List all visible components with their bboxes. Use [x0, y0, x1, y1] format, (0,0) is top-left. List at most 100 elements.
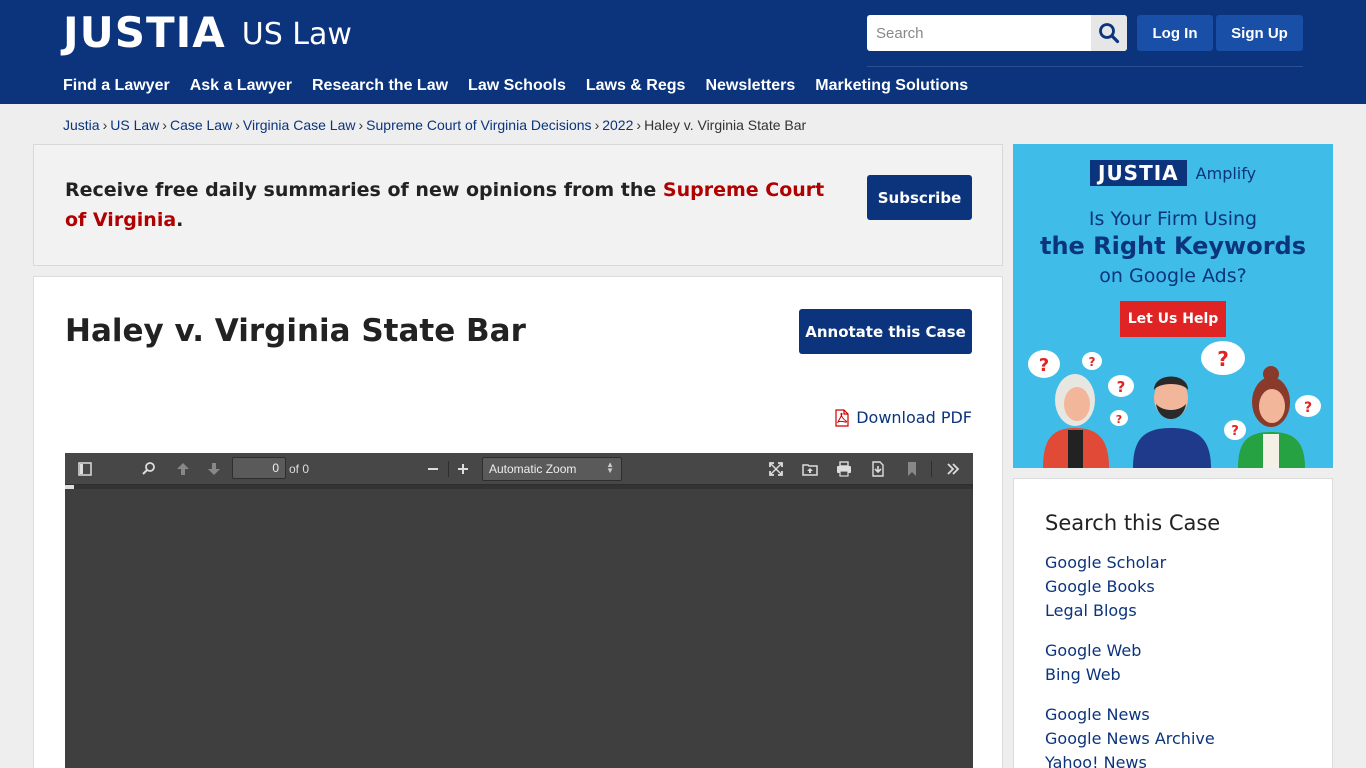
breadcrumb-virginia-case-law[interactable]: Virginia Case Law — [243, 117, 356, 133]
ad-cta-button[interactable]: Let Us Help — [1120, 301, 1226, 337]
breadcrumb-supreme-court-decisions[interactable]: Supreme Court of Virginia Decisions — [366, 117, 591, 133]
bing-web-link[interactable]: Bing Web — [1045, 665, 1121, 685]
sidebar-toggle-icon — [78, 462, 92, 476]
person-center-icon — [1133, 376, 1211, 468]
tools-button[interactable] — [943, 459, 963, 479]
breadcrumb-separator: › — [235, 117, 240, 133]
toggle-sidebar-button[interactable] — [75, 459, 95, 479]
breadcrumb-separator: › — [636, 117, 642, 133]
justia-amplify-ad[interactable]: JUSTIA Amplify Is Your Firm Using the Ri… — [1013, 144, 1333, 468]
google-books-link[interactable]: Google Books — [1045, 577, 1155, 597]
bookmark-icon — [908, 462, 916, 476]
ad-logo-subtitle: Amplify — [1195, 163, 1257, 183]
zoom-select[interactable]: Automatic Zoom ▲ ▼ — [482, 457, 622, 481]
svg-text:?: ? — [1117, 378, 1126, 396]
toolbar-separator — [448, 461, 449, 477]
bookmark-button[interactable] — [902, 459, 922, 479]
breadcrumb-separator: › — [358, 117, 364, 133]
subscribe-button[interactable]: Subscribe — [867, 175, 972, 220]
subscribe-text-before: Receive free daily summaries of new opin… — [65, 179, 663, 201]
open-folder-icon — [802, 464, 818, 476]
download-button[interactable] — [868, 459, 888, 479]
google-news-archive-link[interactable]: Google News Archive — [1045, 729, 1215, 749]
question-bubble-icon: ? — [1295, 395, 1321, 417]
person-left-icon — [1043, 374, 1109, 468]
page-number-input[interactable]: 0 — [232, 457, 286, 479]
nav-law-schools[interactable]: Law Schools — [468, 76, 566, 96]
case-card: Haley v. Virginia State Bar Annotate thi… — [33, 276, 1003, 768]
search-input[interactable] — [867, 15, 1091, 51]
printer-icon — [837, 461, 851, 477]
subscribe-text-after: . — [176, 209, 184, 231]
question-bubble-icon: ? — [1082, 352, 1102, 370]
select-arrows-icon: ▲ ▼ — [606, 460, 614, 475]
person-right-icon — [1238, 366, 1305, 468]
question-bubble-icon: ? — [1224, 420, 1246, 440]
logo-wordmark: JUSTIA — [63, 8, 226, 57]
breadcrumb-case-law[interactable]: Case Law — [170, 117, 232, 133]
open-file-button[interactable] — [800, 459, 820, 479]
question-bubble-icon: ? — [1028, 350, 1060, 378]
nav-marketing-solutions[interactable]: Marketing Solutions — [815, 76, 968, 96]
breadcrumb: Justia › US Law › Case Law › Virginia Case Law… — [63, 116, 806, 134]
previous-page-button[interactable] — [173, 459, 193, 479]
yahoo-news-link[interactable]: Yahoo! News — [1045, 753, 1147, 768]
ad-logo: JUSTIA Amplify — [1090, 160, 1256, 186]
plus-icon — [458, 464, 468, 474]
fullscreen-icon — [769, 462, 783, 476]
google-news-link[interactable]: Google News — [1045, 705, 1150, 725]
page-count-label: of 0 — [289, 462, 310, 476]
pdf-icon — [835, 408, 849, 427]
find-button[interactable] — [139, 459, 159, 479]
svg-text:?: ? — [1231, 424, 1239, 439]
page-title: Haley v. Virginia State Bar — [65, 313, 526, 349]
breadcrumb-year[interactable]: 2022 — [602, 117, 633, 133]
pdf-document-area[interactable] — [65, 489, 973, 768]
arrow-up-icon — [177, 463, 189, 475]
download-icon — [872, 461, 884, 477]
annotate-case-button[interactable]: Annotate this Case — [799, 309, 972, 354]
nav-newsletters[interactable]: Newsletters — [705, 76, 795, 96]
breadcrumb-us-law[interactable]: US Law — [110, 117, 159, 133]
nav-find-a-lawyer[interactable]: Find a Lawyer — [63, 76, 170, 96]
zoom-out-button[interactable] — [423, 459, 443, 479]
magnifier-icon — [142, 462, 155, 475]
toolbar-separator — [931, 461, 932, 477]
google-scholar-link[interactable]: Google Scholar — [1045, 553, 1166, 573]
nav-ask-a-lawyer[interactable]: Ask a Lawyer — [190, 76, 292, 96]
zoom-in-button[interactable] — [453, 459, 473, 479]
svg-text:?: ? — [1116, 413, 1122, 426]
zoom-select-value: Automatic Zoom — [489, 462, 577, 476]
presentation-mode-button[interactable] — [766, 459, 786, 479]
breadcrumb-separator: › — [102, 117, 108, 133]
ad-logo-wordmark: JUSTIA — [1090, 160, 1187, 186]
subscribe-box: Receive free daily summaries of new opin… — [33, 144, 1003, 266]
signup-button[interactable]: Sign Up — [1216, 15, 1303, 51]
header-search — [867, 15, 1127, 51]
site-header: JUSTIA US Law Log In Sign Up Find a Lawy… — [0, 0, 1366, 104]
breadcrumb-justia[interactable]: Justia — [63, 117, 100, 133]
ad-headline-2: the Right Keywords — [1039, 232, 1307, 260]
print-button[interactable] — [834, 459, 854, 479]
search-case-title: Search this Case — [1045, 511, 1221, 535]
question-bubble-icon: ? — [1108, 375, 1134, 397]
download-pdf-link[interactable]: Download PDF — [833, 408, 972, 427]
double-chevron-right-icon — [947, 463, 960, 475]
nav-laws-regs[interactable]: Laws & Regs — [586, 76, 686, 96]
svg-text:?: ? — [1089, 355, 1096, 369]
svg-text:?: ? — [1217, 347, 1229, 371]
legal-blogs-link[interactable]: Legal Blogs — [1045, 601, 1137, 621]
subscribe-message: Receive free daily summaries of new opin… — [65, 175, 825, 235]
logo-subtitle: US Law — [241, 17, 352, 52]
question-bubble-icon: ? — [1201, 341, 1245, 375]
nav-research-the-law[interactable]: Research the Law — [312, 76, 448, 96]
main-nav: Find a Lawyer Ask a Lawyer Research the … — [63, 76, 988, 96]
arrow-down-icon — [208, 463, 220, 475]
next-page-button[interactable] — [204, 459, 224, 479]
login-button[interactable]: Log In — [1137, 15, 1213, 51]
justia-logo[interactable]: JUSTIA US Law — [63, 10, 352, 56]
search-button[interactable] — [1091, 15, 1127, 51]
google-web-link[interactable]: Google Web — [1045, 641, 1141, 661]
breadcrumb-separator: › — [594, 117, 600, 133]
svg-text:?: ? — [1039, 355, 1049, 376]
